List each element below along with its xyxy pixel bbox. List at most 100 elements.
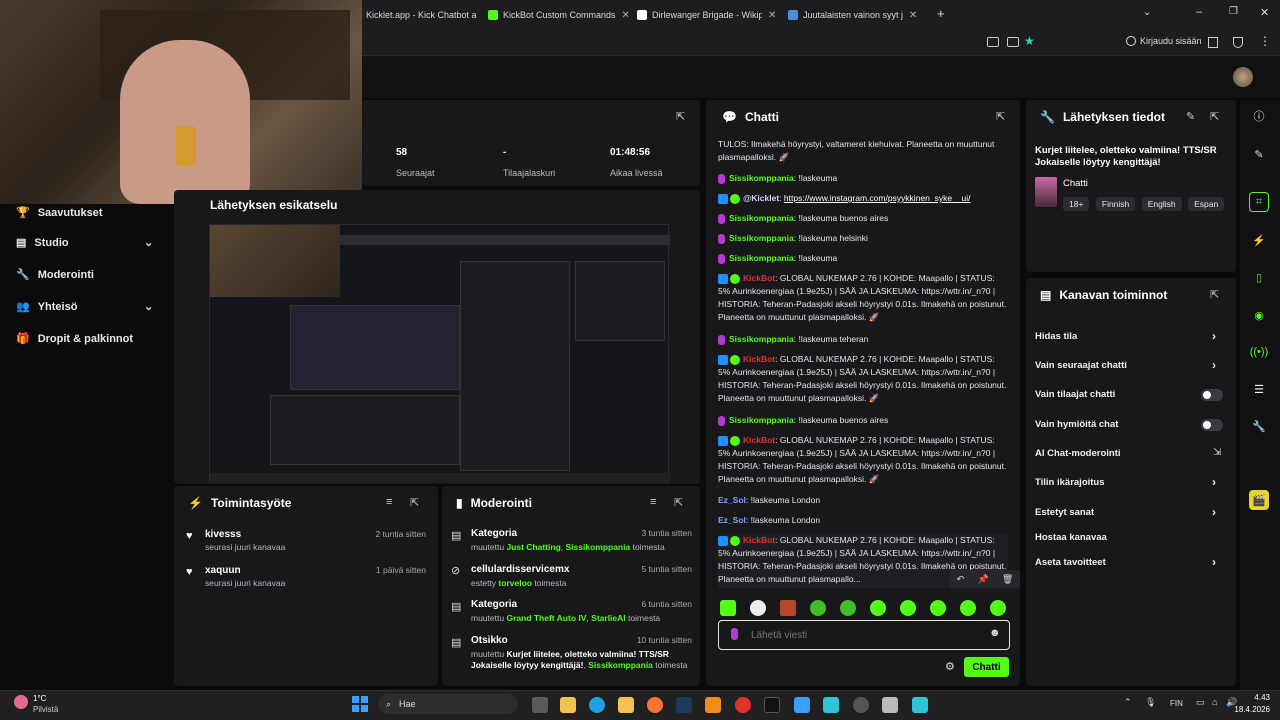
- clapper-icon[interactable]: 🎬: [1249, 490, 1269, 510]
- popout-icon[interactable]: ⇱: [1210, 110, 1219, 123]
- list-icon[interactable]: ☰: [1249, 379, 1269, 399]
- chat-input[interactable]: [751, 626, 981, 644]
- wrench-icon[interactable]: 🔧: [1249, 416, 1269, 436]
- op-slow-mode[interactable]: Hidas tila: [1035, 331, 1077, 342]
- sidebar-item-studio[interactable]: ▤ Studio ⌄: [16, 236, 153, 250]
- install-app-icon[interactable]: [1007, 37, 1019, 47]
- sidebar-item-achievements[interactable]: 🏆 Saavutukset: [16, 206, 103, 220]
- opera-icon[interactable]: [735, 697, 751, 713]
- chat-input-box[interactable]: ☻: [718, 620, 1010, 650]
- sidebar-item-drops[interactable]: 🎁 Dropit & palkinnot: [16, 332, 133, 346]
- network-icon[interactable]: ⌂: [1212, 697, 1217, 707]
- terminal-icon[interactable]: [764, 697, 780, 713]
- emote-icon[interactable]: [750, 600, 766, 616]
- filter-icon[interactable]: ≡: [650, 496, 656, 508]
- task-view-icon[interactable]: [532, 697, 548, 713]
- remote-desktop-icon[interactable]: [823, 697, 839, 713]
- new-tab-button[interactable]: +: [937, 6, 945, 21]
- extensions-icon[interactable]: [1208, 37, 1218, 48]
- sidebar-item-moderation[interactable]: 🔧 Moderointi: [16, 268, 94, 282]
- microphone-icon[interactable]: 🎙: [1145, 697, 1156, 708]
- emote-icon[interactable]: [720, 600, 736, 616]
- chevron-right-icon[interactable]: ›: [1212, 358, 1216, 372]
- close-icon[interactable]: ✕: [768, 10, 776, 21]
- pin-icon[interactable]: 📌: [977, 574, 988, 585]
- popout-icon[interactable]: ⇱: [1210, 288, 1219, 301]
- tray-chevron-icon[interactable]: ⌃: [1124, 697, 1132, 708]
- tab-list-chevron-icon[interactable]: ⌄: [1143, 7, 1151, 18]
- emote-icon[interactable]: [900, 600, 916, 616]
- close-icon[interactable]: ✕: [909, 10, 917, 21]
- emote-icon[interactable]: [990, 600, 1006, 616]
- op-set-goals[interactable]: Aseta tavoitteet: [1035, 557, 1106, 568]
- chevron-right-icon[interactable]: ›: [1212, 475, 1216, 489]
- edit-pencil-icon[interactable]: ✎: [1249, 144, 1269, 164]
- filter-icon[interactable]: ≡: [386, 496, 392, 508]
- popout-icon[interactable]: ⇱: [676, 110, 685, 123]
- emote-icon[interactable]: [810, 600, 826, 616]
- sign-in-button[interactable]: Kirjaudu sisään: [1126, 36, 1202, 46]
- activity-user[interactable]: kivesss: [205, 529, 241, 540]
- bolt-icon[interactable]: ⚡: [1249, 230, 1269, 250]
- subscribers-only-toggle[interactable]: [1201, 389, 1223, 401]
- chat-bubble-icon[interactable]: ◉: [1249, 305, 1269, 325]
- settings-gear-icon[interactable]: ⚙: [945, 660, 955, 673]
- taskbar-search[interactable]: ⌕ Hae: [378, 694, 518, 714]
- activity-user[interactable]: xaquun: [205, 565, 241, 576]
- document-icon[interactable]: ▯: [1249, 267, 1269, 287]
- popout-icon[interactable]: ⇱: [996, 110, 1005, 123]
- popout-icon[interactable]: ⇱: [410, 496, 419, 509]
- op-followers-only[interactable]: Vain seuraajat chatti: [1035, 360, 1127, 371]
- edge-icon[interactable]: [589, 697, 605, 713]
- close-icon[interactable]: ✕: [622, 10, 628, 21]
- more-menu-icon[interactable]: ⋮: [1259, 34, 1271, 48]
- language-indicator[interactable]: FIN: [1170, 699, 1183, 708]
- popout-icon[interactable]: ⇱: [674, 496, 683, 509]
- op-ai-moderation[interactable]: AI Chat-moderointi: [1035, 448, 1121, 459]
- reply-icon[interactable]: ↶: [957, 574, 965, 585]
- op-blocked-words[interactable]: Estetyt sanat: [1035, 507, 1094, 518]
- info-icon[interactable]: ⓘ: [1249, 106, 1269, 126]
- screenshot-icon[interactable]: [987, 37, 999, 47]
- store-icon[interactable]: [618, 697, 634, 713]
- emotes-only-toggle[interactable]: [1201, 419, 1223, 431]
- clock-date[interactable]: 18.4.2026: [1232, 705, 1270, 714]
- emote-icon[interactable]: [870, 600, 886, 616]
- tab-kickbot[interactable]: KickBot Custom Commands ✕: [488, 4, 628, 26]
- chevron-right-icon[interactable]: ›: [1212, 505, 1216, 519]
- display-icon[interactable]: ▭: [1196, 697, 1205, 708]
- favorite-star-icon[interactable]: ★: [1024, 34, 1035, 48]
- send-chat-button[interactable]: Chatti: [964, 657, 1009, 677]
- tab-juutalaisten[interactable]: Juutalaisten vainon syyt ja aika ✕: [788, 4, 924, 26]
- sidebar-item-community[interactable]: 👥 Yhteisö ⌄: [16, 300, 153, 314]
- firefox-icon[interactable]: [647, 697, 663, 713]
- minimize-button[interactable]: –: [1196, 6, 1202, 18]
- edit-pencil-icon[interactable]: ✎: [1186, 110, 1195, 123]
- vlc-icon[interactable]: [705, 697, 721, 713]
- emote-icon[interactable]: [780, 600, 796, 616]
- external-link-icon[interactable]: ⇲: [1213, 447, 1221, 458]
- emote-icon[interactable]: [840, 600, 856, 616]
- close-window-button[interactable]: ✕: [1260, 6, 1269, 19]
- stream-preview-video[interactable]: [209, 224, 670, 483]
- obs-icon[interactable]: [853, 697, 869, 713]
- avatar[interactable]: [1233, 67, 1253, 87]
- shield-icon[interactable]: [1233, 37, 1243, 48]
- op-host-channel[interactable]: Hostaa kanavaa: [1035, 532, 1107, 543]
- clock-time[interactable]: 4.43: [1250, 693, 1270, 702]
- crop-icon[interactable]: ⌗: [1249, 192, 1269, 212]
- emote-icon[interactable]: [960, 600, 976, 616]
- delete-icon[interactable]: 🗑: [1002, 574, 1013, 585]
- windows-start-icon[interactable]: [352, 696, 368, 712]
- broadcast-icon[interactable]: ((•)): [1249, 342, 1269, 362]
- photo-editor-icon[interactable]: [794, 697, 810, 713]
- emote-icon[interactable]: [930, 600, 946, 616]
- tab-kicklet[interactable]: Kicklet.app - Kick Chatbot a: [366, 4, 481, 26]
- tab-wikipedia[interactable]: Dirlewanger Brigade - Wikipedi ✕: [637, 4, 782, 26]
- op-age-restriction[interactable]: Tilin ikärajoitus: [1035, 477, 1105, 488]
- steam-icon[interactable]: [676, 697, 692, 713]
- file-explorer-icon[interactable]: [560, 697, 576, 713]
- emoji-icon[interactable]: ☻: [989, 627, 1001, 639]
- notepad-icon[interactable]: [882, 697, 898, 713]
- chevron-right-icon[interactable]: ›: [1212, 329, 1216, 343]
